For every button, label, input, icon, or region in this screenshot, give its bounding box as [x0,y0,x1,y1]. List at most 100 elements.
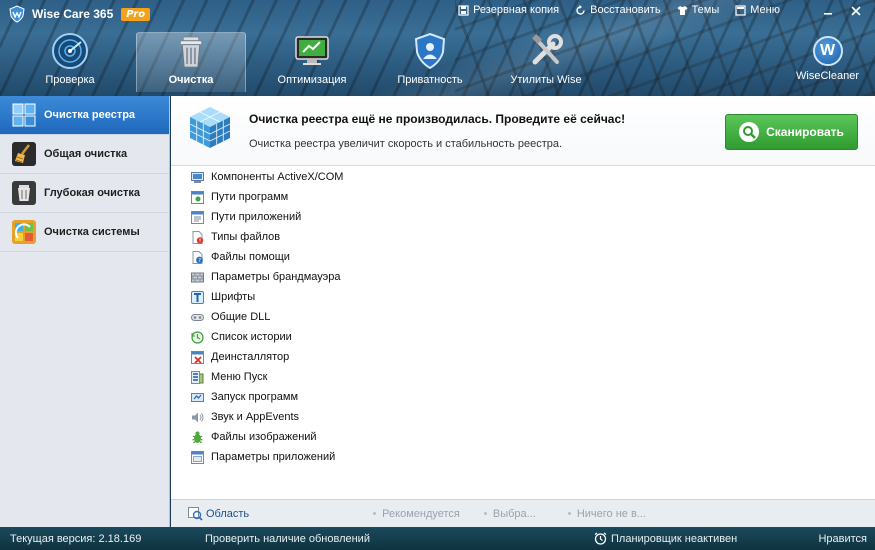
wisecleaner-logo-icon: W [812,36,843,66]
list-item[interactable]: Параметры приложений [171,447,875,467]
themes-link[interactable]: Темы [677,4,720,16]
recommended-option[interactable]: Рекомендуется [373,508,460,520]
banner-subtitle: Очистка реестра увеличит скорость и стаб… [249,138,563,150]
banner-title: Очистка реестра ещё не производилась. Пр… [249,112,626,126]
shield-icon [414,32,446,70]
bullet-icon [483,512,487,515]
themes-label: Темы [691,4,720,16]
list-item-label: Общие DLL [211,311,271,323]
list-item[interactable]: Типы файлов [171,227,875,247]
sidebar-item-registry[interactable]: Очистка реестра [0,96,169,135]
uninstaller-icon [191,350,204,364]
scope-icon [188,506,203,521]
scan-button[interactable]: Сканировать [725,114,858,150]
registry-banner: Очистка реестра ещё не производилась. Пр… [171,96,875,166]
list-item[interactable]: Параметры брандмауэра [171,267,875,287]
wisecleaner-brand[interactable]: W WiseCleaner [796,36,859,82]
scheduler-link[interactable]: Планировщик неактивен [594,532,737,545]
magnifier-icon [739,122,760,142]
close-icon [851,6,861,16]
backup-label: Резервная копия [473,4,560,16]
fonts-icon [191,290,204,304]
list-item-label: Звук и AppEvents [211,411,300,423]
app-settings-icon [191,450,204,464]
scope-button[interactable]: Область [188,506,250,521]
nav-check-label: Проверка [45,74,95,86]
sidebar-item-label: Очистка реестра [44,109,136,121]
list-item-label: Пути программ [211,191,289,203]
trash-icon [179,36,203,68]
app-title: Wise Care 365 Pro [8,5,151,23]
list-item[interactable]: Запуск программ [171,387,875,407]
list-item-label: Параметры брандмауэра [211,271,341,283]
check-updates-link[interactable]: Проверить наличие обновлений [205,533,370,545]
select-all-option[interactable]: Выбра... [483,507,536,520]
alarm-clock-icon [594,532,607,545]
list-item-label: Шрифты [211,291,256,303]
list-item[interactable]: Меню Пуск [171,367,875,387]
like-link[interactable]: Нравится [818,533,867,545]
list-item[interactable]: Пути приложений [171,207,875,227]
app-paths-icon [191,210,204,224]
menu-link[interactable]: Меню [735,4,780,16]
nav-tools[interactable]: Утилиты Wise [490,32,602,92]
sidebar-item-system-clean[interactable]: Очистка системы [0,213,169,252]
wise-logo-icon [9,5,25,23]
sidebar-item-deep-clean[interactable]: Глубокая очистка [0,174,169,213]
tools-icon [532,34,563,65]
bullet-icon [373,512,377,515]
sidebar-item-label: Общая очистка [44,148,128,160]
list-item[interactable]: Звук и AppEvents [171,407,875,427]
list-item[interactable]: Общие DLL [171,307,875,327]
history-icon [191,330,204,344]
broom-icon [12,142,36,166]
title-bar: Wise Care 365 Pro Резервная копия Восста… [0,0,875,96]
registry-item-list: Компоненты ActiveX/COM Пути программ Пут… [171,167,875,467]
list-item[interactable]: Файлы изображений [171,427,875,447]
sidebar-item-label: Очистка системы [44,226,140,238]
program-paths-icon [191,190,204,204]
list-item-label: Меню Пуск [211,371,268,383]
version-text: Текущая версия: 2.18.169 [10,532,142,545]
help-files-icon: ? [192,250,203,264]
system-clean-icon [12,220,36,244]
list-item[interactable]: Пути программ [171,187,875,207]
list-item-label: Компоненты ActiveX/COM [211,171,344,183]
sidebar: Очистка реестра Общая очистка Глубокая о… [0,96,170,527]
start-menu-icon [191,370,204,384]
list-item[interactable]: ? Файлы помощи [171,247,875,267]
backup-icon [458,4,469,16]
file-types-icon [192,230,204,244]
select-none-option[interactable]: Ничего не в... [567,508,646,520]
bullet-icon [567,512,571,515]
recommended-label: Рекомендуется [382,507,460,520]
svg-text:?: ? [198,258,201,264]
select-all-label: Выбра... [492,507,536,520]
list-item[interactable]: Компоненты ActiveX/COM [171,167,875,187]
list-item-label: Запуск программ [211,391,299,403]
nav-privacy[interactable]: Приватность [374,32,486,92]
brand-label: WiseCleaner [796,70,859,82]
restore-link[interactable]: Восстановить [575,4,661,16]
list-item-label: Пути приложений [211,211,302,223]
list-item-label: Файлы изображений [211,431,317,443]
close-button[interactable] [843,2,869,20]
backup-link[interactable]: Резервная копия [458,4,559,16]
app-name: Wise Care 365 [32,7,114,21]
image-files-icon [192,431,203,443]
nav-optimize[interactable]: Оптимизация [256,32,368,92]
sidebar-item-common-clean[interactable]: Общая очистка [0,135,169,174]
list-item[interactable]: Деинсталлятор [171,347,875,367]
list-item-label: Параметры приложений [211,451,336,463]
scope-label: Область [206,507,250,520]
pro-badge: Pro [121,7,151,21]
restore-label: Восстановить [590,4,661,16]
list-item[interactable]: Список истории [171,327,875,347]
nav-cleanup[interactable]: Очистка [136,32,246,92]
nav-check[interactable]: Проверка [14,32,126,92]
startup-icon [191,392,204,402]
list-item[interactable]: Шрифты [171,287,875,307]
registry-icon [12,103,36,127]
minimize-button[interactable] [815,2,841,20]
nav-privacy-label: Приватность [397,74,463,86]
